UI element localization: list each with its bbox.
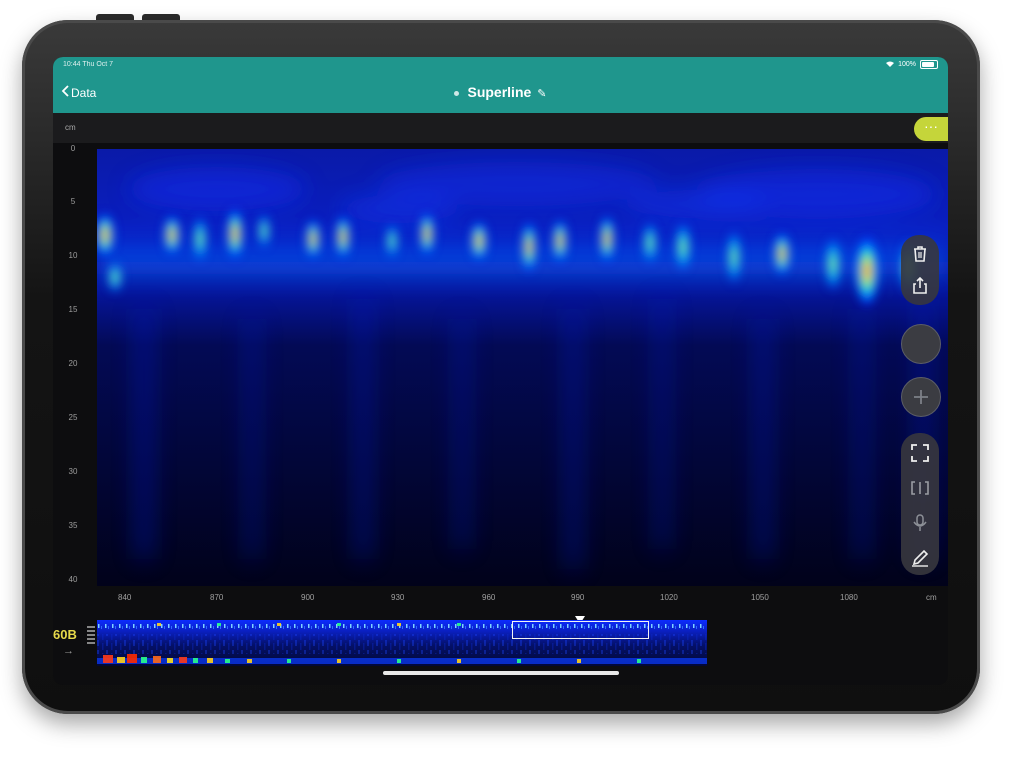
page-title[interactable]: Superline ✎ [53,84,948,100]
pencil-icon[interactable] [905,543,935,573]
title-label: Superline [467,84,532,100]
y-tick: 35 [68,521,78,530]
x-tick: 1080 [840,593,858,602]
more-options-button[interactable]: ··· [914,117,948,141]
home-indicator[interactable] [383,671,619,675]
status-dot-icon [454,90,460,96]
overview-viewport-frame[interactable] [512,621,649,639]
x-tick: 840 [118,593,132,602]
y-tick: 40 [68,575,78,584]
overview-strip[interactable] [97,620,707,666]
overview-arrow-icon: → [63,645,74,657]
microphone-icon[interactable] [905,508,935,538]
plus-icon [913,389,929,410]
radargram-view[interactable] [97,149,948,586]
x-tick: 960 [482,593,496,602]
y-tick: 15 [68,305,78,314]
nav-bar: Data Superline ✎ [53,73,948,113]
radargram-image [97,149,948,586]
chart-header [53,113,948,143]
y-tick: 25 [68,413,78,422]
gain-label: 60B [53,627,77,642]
x-tick: 870 [210,593,224,602]
y-tick: 20 [68,359,78,368]
y-tick: 30 [68,467,78,476]
share-icon[interactable] [905,271,935,301]
y-tick: 5 [70,197,76,206]
x-tick: 930 [391,593,405,602]
wifi-icon [886,61,895,69]
trash-icon[interactable] [905,239,935,269]
battery-percent: 100% [898,61,916,68]
status-right: 100% [886,60,938,69]
split-view-icon[interactable] [905,473,935,503]
y-tick: 0 [70,144,76,153]
x-tick: 900 [301,593,315,602]
overview-level-icon [87,625,95,645]
status-time: 10:44 Thu Oct 7 [63,61,114,68]
x-unit-label: cm [926,593,937,602]
x-tick: 990 [571,593,585,602]
edit-title-icon[interactable]: ✎ [537,88,546,100]
record-button[interactable] [901,324,941,364]
x-tick: 1050 [751,593,769,602]
add-marker-button[interactable] [901,377,941,417]
fit-screen-icon[interactable] [905,438,935,468]
app-screen: 10:44 Thu Oct 7 100% Data Superline ✎ cm … [53,57,948,685]
battery-icon [920,60,938,69]
depth-unit-label: cm [65,123,76,132]
y-tick: 10 [68,251,78,260]
x-tick: 1020 [660,593,678,602]
status-bar: 10:44 Thu Oct 7 100% [53,57,948,73]
